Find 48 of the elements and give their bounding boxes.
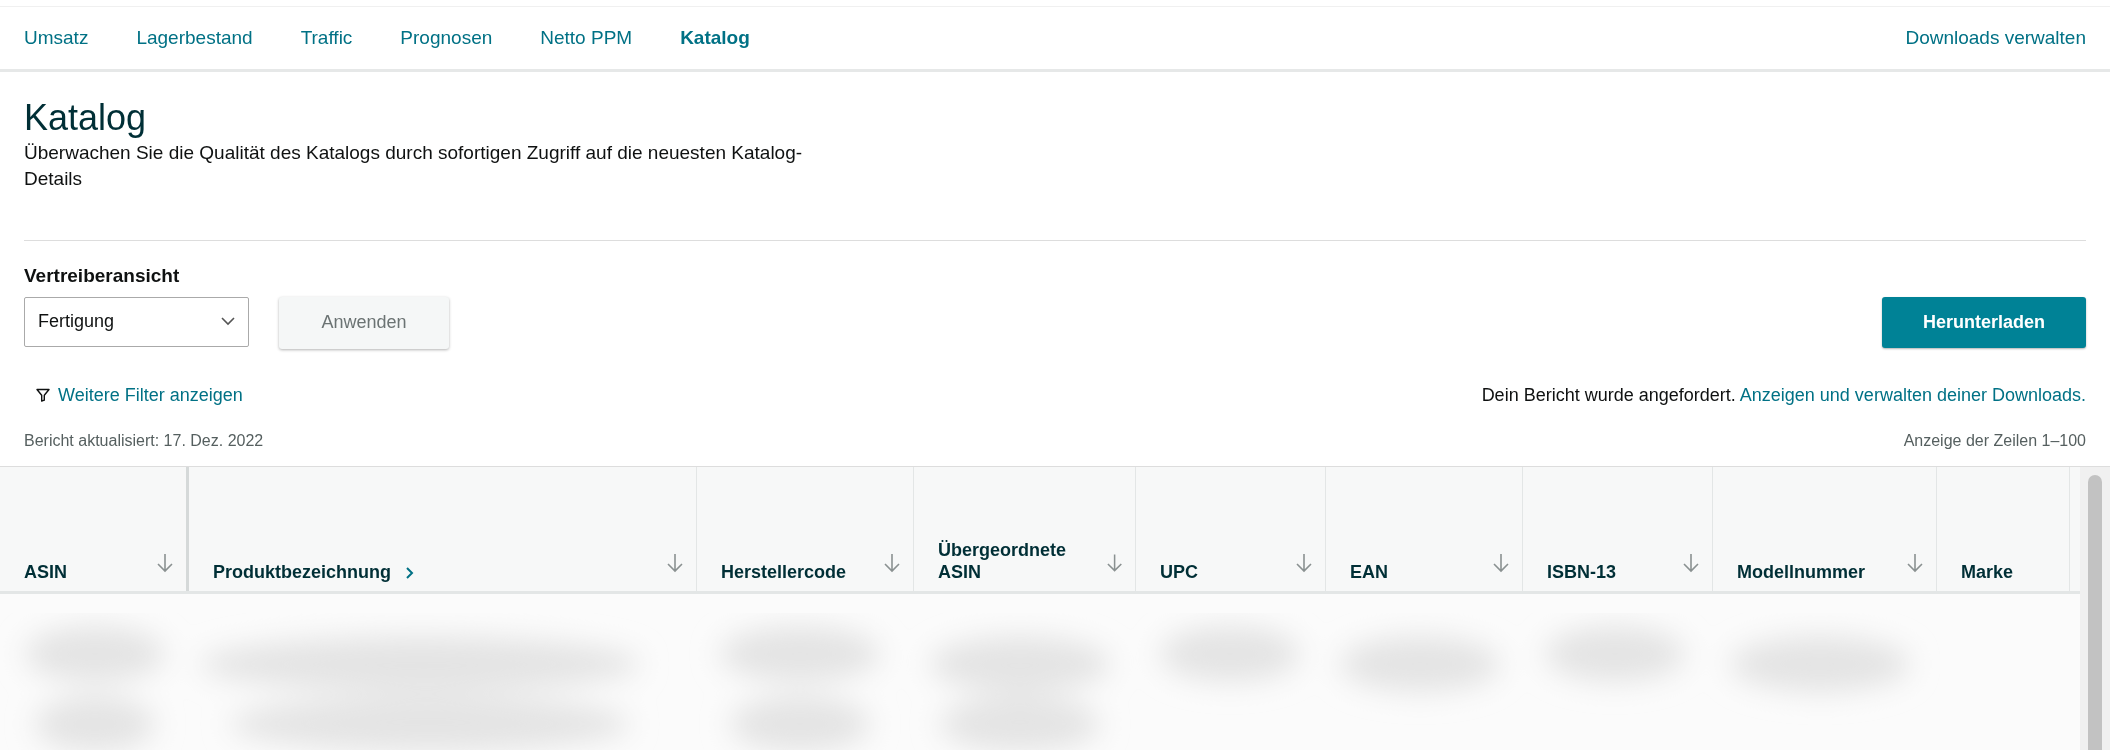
page-title: Katalog xyxy=(24,98,148,138)
column-header[interactable]: Marke xyxy=(1937,466,2070,591)
column-label: ASIN xyxy=(24,560,67,583)
chevron-right-icon[interactable] xyxy=(405,565,414,580)
updated-date: Bericht aktualisiert: 17. Dez. 2022 xyxy=(24,431,264,451)
column-header[interactable]: Modellnummer xyxy=(1713,466,1937,591)
sort-arrow-icon[interactable] xyxy=(1295,552,1313,573)
row-range: Anzeige der Zeilen 1–100 xyxy=(1903,431,2086,451)
column-label: Marke xyxy=(1961,560,2014,583)
nav-tab[interactable]: Katalog xyxy=(680,27,750,49)
column-header[interactable]: Übergeordnete ASIN xyxy=(914,466,1136,591)
filter-icon xyxy=(36,388,50,403)
sort-arrow-icon[interactable] xyxy=(156,552,174,573)
column-header[interactable]: ASIN xyxy=(0,466,189,591)
column-header[interactable]: UPC xyxy=(1136,466,1326,591)
column-header[interactable]: Produktbezeichnung xyxy=(189,466,697,591)
column-label: Übergeordnete ASIN xyxy=(938,538,1068,583)
nav-tab[interactable]: Lagerbestand xyxy=(136,27,253,49)
downloads-link[interactable]: Downloads verwalten xyxy=(1905,27,2086,49)
column-label: EAN xyxy=(1350,560,1388,583)
sort-arrow-icon[interactable] xyxy=(883,552,901,573)
sort-arrow-icon[interactable] xyxy=(1105,552,1123,573)
page-description: Überwachen Sie die Qualität des Katalogs durch sofortigen Zugriff auf die neuesten Katalog-Details xyxy=(24,140,804,191)
sort-arrow-icon[interactable] xyxy=(1906,552,1924,573)
nav-tab[interactable]: Prognosen xyxy=(400,27,493,49)
sort-arrow-icon[interactable] xyxy=(1682,552,1700,573)
field-label: Vertreiberansicht xyxy=(24,264,181,287)
column-header[interactable]: Herstellercode xyxy=(697,466,914,591)
sort-arrow-icon[interactable] xyxy=(1492,552,1510,573)
nav-tab[interactable]: Netto PPM xyxy=(540,27,633,49)
download-button[interactable]: Herunterladen xyxy=(1882,297,2086,349)
more-filters-link[interactable]: Weitere Filter anzeigen xyxy=(24,384,243,406)
column-header[interactable]: EAN xyxy=(1326,466,1523,591)
column-header[interactable]: ISBN-13 xyxy=(1523,466,1713,591)
column-label: ISBN-13 xyxy=(1547,560,1617,583)
sort-arrow-icon[interactable] xyxy=(666,552,684,573)
apply-button[interactable]: Anwenden xyxy=(279,296,449,349)
column-label: Modellnummer xyxy=(1737,560,1865,583)
scrollbar[interactable] xyxy=(2080,465,2110,750)
nav-tab[interactable]: Traffic xyxy=(300,27,353,49)
column-label: UPC xyxy=(1160,560,1198,583)
view-select[interactable]: Fertigung xyxy=(24,296,249,347)
column-label: Herstellercode xyxy=(721,560,847,583)
nav-tab[interactable]: Umsatz xyxy=(24,27,89,49)
downloads-link[interactable]: Anzeigen und verwalten deiner Downloads. xyxy=(1739,384,2086,405)
report-notice: Dein Bericht wurde angefordert. Anzeigen und verwalten deiner Downloads. xyxy=(1481,384,2086,406)
chevron-down-icon xyxy=(221,317,235,327)
column-label: Produktbezeichnung xyxy=(213,560,391,583)
